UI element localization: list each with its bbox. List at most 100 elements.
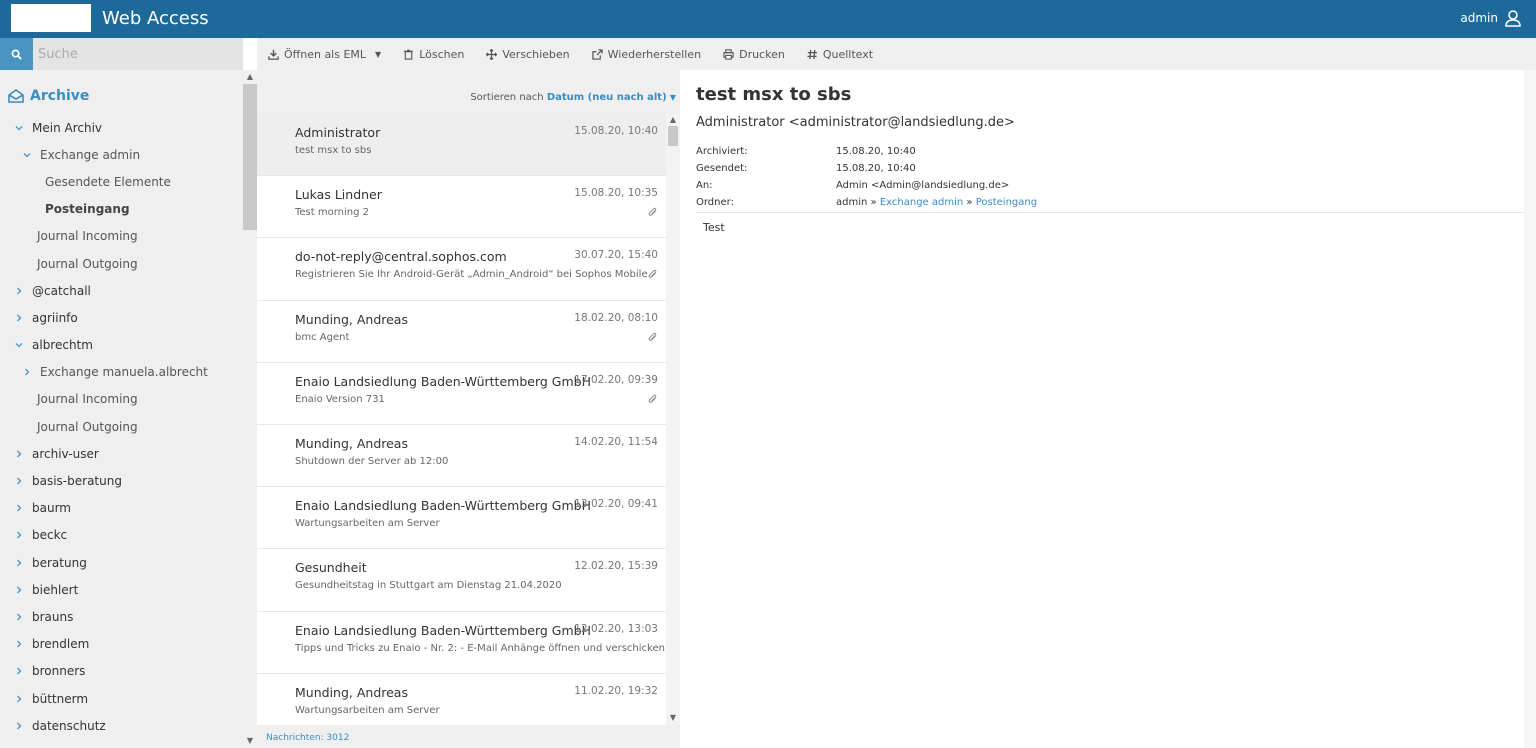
print-button[interactable]: Drucken [723,48,785,61]
folder-link-posteingang[interactable]: Posteingang [976,197,1037,208]
message-row[interactable]: Munding, Andreas 18.02.20, 08:10 bmc Age… [257,300,666,363]
paperclip-icon [648,332,658,343]
reading-pane: test msx to sbs Administrator <administr… [680,70,1536,748]
reading-pane-scrollbar[interactable] [1524,70,1536,748]
user-icon[interactable] [1504,9,1522,27]
tree-item-basis-beratung[interactable]: basis-beratung [0,467,243,494]
chevron-right-icon[interactable] [15,695,23,703]
chevron-down-icon[interactable]: ▼ [670,93,676,102]
chevron-right-icon[interactable] [15,667,23,675]
chevron-right-icon[interactable] [15,640,23,648]
user-menu[interactable]: admin [1460,9,1522,27]
search-input[interactable] [33,38,243,70]
search-bar [0,38,243,70]
open-as-eml-label: Öffnen als EML [284,47,367,61]
source-label: Quelltext [822,47,874,61]
tree-item-albrechtm[interactable]: albrechtm [0,332,243,359]
tree-item-journal-incoming[interactable]: Journal Incoming [0,223,243,250]
chevron-down-icon[interactable] [15,124,23,132]
delete-button[interactable]: Löschen [403,48,464,61]
tree-item-gesendete-elemente[interactable]: Gesendete Elemente [0,168,243,195]
open-as-eml-button[interactable]: Öffnen als EML ▼ [268,48,381,61]
chevron-down-icon[interactable] [23,151,31,159]
scroll-down-arrow-icon[interactable]: ▼ [666,712,680,724]
scroll-up-arrow-icon[interactable]: ▲ [666,114,680,126]
chevron-right-icon[interactable] [15,314,23,322]
message-subject: Enaio Version 731 [295,393,385,405]
message-date: 13.02.20, 09:41 [574,498,658,511]
tree-item-agriinfo[interactable]: agriinfo [0,304,243,331]
message-row[interactable]: Lukas Lindner 15.08.20, 10:35 Test morni… [257,176,666,239]
chevron-right-icon[interactable] [15,586,23,594]
tree-item-mein-archiv[interactable]: Mein Archiv [0,114,243,141]
sort-prefix: Sortieren nach [470,92,544,103]
sidebar-scrollbar[interactable]: ▲ ▼ [243,70,257,748]
source-button[interactable]: Quelltext [807,48,873,61]
scroll-up-arrow-icon[interactable]: ▲ [243,71,257,83]
message-row[interactable]: Gesundheit 12.02.20, 15:39 Gesundheitsta… [257,549,666,612]
chevron-right-icon[interactable] [15,531,23,539]
message-from: Enaio Landsiedlung Baden-Württemberg Gmb… [295,622,591,638]
user-name[interactable]: admin [1460,11,1498,25]
message-list-scroll-thumb[interactable] [668,126,678,146]
move-button[interactable]: Verschieben [486,48,570,61]
tree-item-exchange-manuela-albrecht[interactable]: Exchange manuela.albrecht [0,359,243,386]
message-row[interactable]: Enaio Landsiedlung Baden-Württemberg Gmb… [257,611,666,674]
message-date: 12.02.20, 13:03 [574,622,658,635]
search-icon [11,49,22,60]
tree-item-bronners[interactable]: bronners [0,658,243,685]
tree-item-brendlem[interactable]: brendlem [0,631,243,658]
message-from: Enaio Landsiedlung Baden-Württemberg Gmb… [295,373,591,389]
search-button[interactable] [0,38,33,70]
tree-item-brauns[interactable]: brauns [0,603,243,630]
app-title: Web Access [102,8,209,29]
tree-item-biehlert[interactable]: biehlert [0,576,243,603]
folder-separator: » [966,197,973,208]
chevron-right-icon[interactable] [15,559,23,567]
top-bar: Web Access admin [0,0,1536,38]
message-row[interactable]: Enaio Landsiedlung Baden-Württemberg Gmb… [257,362,666,425]
tree-item-datenschutz[interactable]: datenschutz [0,712,243,739]
sort-value[interactable]: Datum (neu nach alt) [547,92,667,103]
tree-item-journal-incoming[interactable]: Journal Incoming [0,386,243,413]
tree-item-exchange-admin[interactable]: Exchange admin [0,141,243,168]
message-from: Administrator [295,125,381,140]
chevron-right-icon[interactable] [15,613,23,621]
folder-link-exchange-admin[interactable]: Exchange admin [880,197,963,208]
chevron-right-icon[interactable] [15,722,23,730]
restore-button[interactable]: Wiederherstellen [591,48,701,61]
message-row[interactable]: do-not-reply@central.sophos.com 30.07.20… [257,238,666,301]
tree-item-catchall[interactable]: @catchall [0,277,243,304]
message-date: 17.02.20, 09:39 [574,373,658,386]
tree-item-baurm[interactable]: baurm [0,495,243,522]
sort-control[interactable]: Sortieren nach Datum (neu nach alt) ▼ [470,92,676,103]
message-date: 15.08.20, 10:40 [574,125,658,137]
message-row[interactable]: Munding, Andreas 11.02.20, 19:32 Wartung… [257,673,666,725]
chevron-right-icon[interactable] [15,477,23,485]
tree-item-posteingang[interactable]: Posteingang [0,196,243,223]
paperclip-icon [648,269,658,280]
tree-item-journal-outgoing[interactable]: Journal Outgoing [0,413,243,440]
paperclip-icon [648,394,658,405]
message-subject: test msx to sbs [295,145,372,156]
message-row[interactable]: Munding, Andreas 14.02.20, 11:54 Shutdow… [257,424,666,488]
message-list-scrollbar[interactable]: ▲ ▼ [666,114,680,725]
chevron-right-icon[interactable] [15,287,23,295]
message-from: Munding, Andreas [295,684,408,700]
chevron-right-icon[interactable] [23,368,31,376]
tree-item-journal-outgoing[interactable]: Journal Outgoing [0,250,243,277]
message-row[interactable]: Administrator 15.08.20, 10:40 test msx t… [257,114,666,177]
message-from: Munding, Andreas [295,311,408,327]
message-row[interactable]: Enaio Landsiedlung Baden-Württemberg Gmb… [257,487,666,550]
scroll-down-arrow-icon[interactable]: ▼ [243,735,257,747]
archive-header[interactable]: Archive [8,88,89,104]
tree-item-archiv-user[interactable]: archiv-user [0,440,243,467]
sidebar-scroll-thumb[interactable] [243,84,257,230]
chevron-right-icon[interactable] [15,504,23,512]
tree-item-buettnerm[interactable]: büttnerm [0,685,243,712]
tree-item-beratung[interactable]: beratung [0,549,243,576]
chevron-down-icon[interactable] [15,341,23,349]
chevron-right-icon[interactable] [15,450,23,458]
printer-icon [723,48,734,60]
tree-item-beckc[interactable]: beckc [0,522,243,549]
